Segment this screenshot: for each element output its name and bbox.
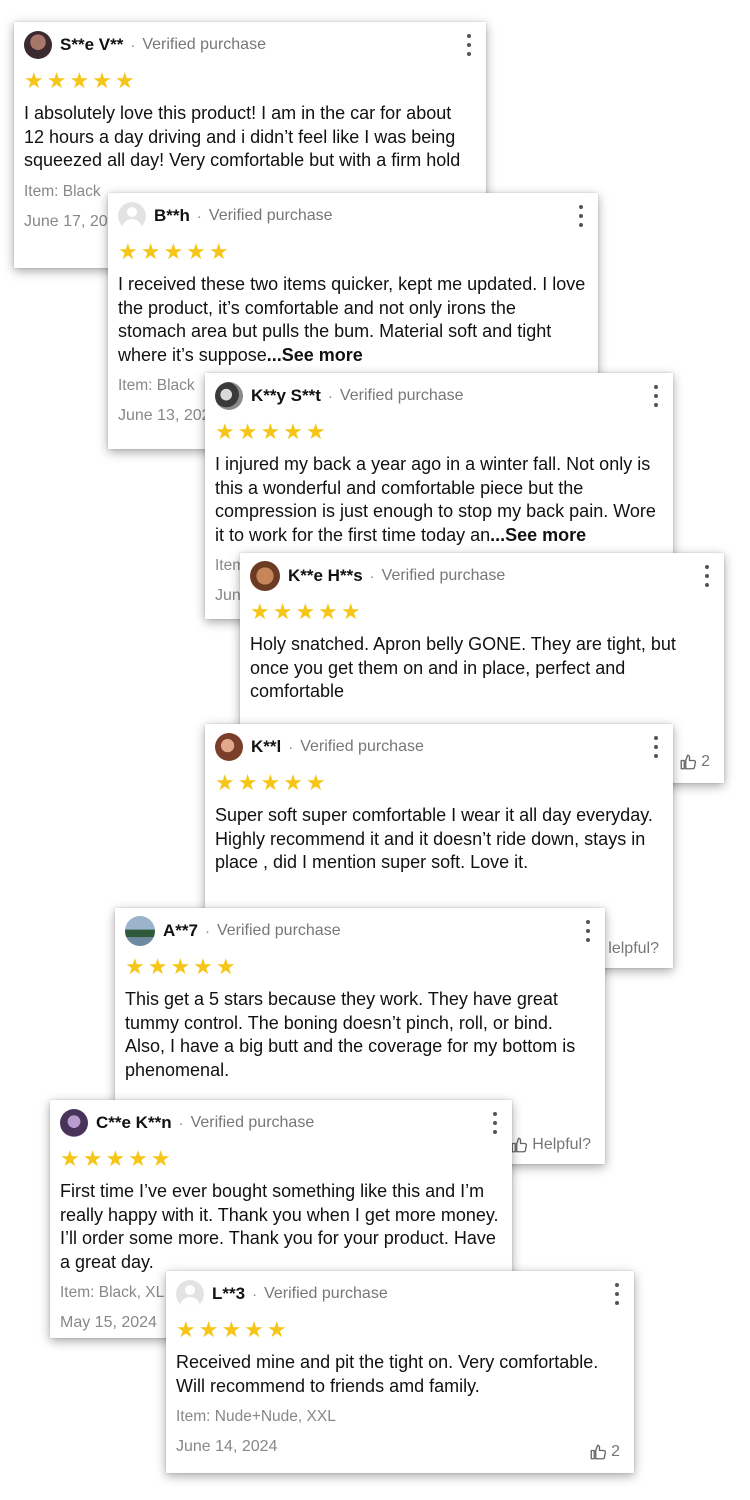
star-rating: ★★★★★ <box>125 954 239 979</box>
star-rating: ★★★★★ <box>250 599 364 624</box>
avatar[interactable] <box>215 733 243 761</box>
see-more-link[interactable]: ...See more <box>490 525 586 545</box>
separator: · <box>196 207 202 225</box>
verified-label: Verified purchase <box>339 387 464 404</box>
more-options-icon[interactable] <box>576 205 586 227</box>
like-button[interactable]: 2 <box>679 753 710 771</box>
verified-label: Verified purchase <box>208 207 333 224</box>
reviewer-name[interactable]: S**e V** <box>60 35 123 55</box>
more-options-icon[interactable] <box>612 1283 622 1305</box>
helpful-label: Helpful? <box>532 1136 591 1153</box>
reviewer-name[interactable]: A**7 <box>163 921 198 941</box>
avatar[interactable] <box>60 1109 88 1137</box>
like-count: 2 <box>611 1443 620 1460</box>
reviewer-name[interactable]: K**y S**t <box>251 386 321 406</box>
review-header: K**y S**t · Verified purchase <box>215 381 663 411</box>
review-text: Holy snatched. Apron belly GONE. They ar… <box>250 634 676 701</box>
more-options-icon[interactable] <box>583 920 593 942</box>
avatar[interactable] <box>250 561 280 591</box>
separator: · <box>178 1114 184 1132</box>
star-rating: ★★★★★ <box>176 1317 290 1342</box>
separator: · <box>327 387 333 405</box>
helpful-button[interactable]: lelpful? <box>608 940 659 958</box>
review-header: K**l · Verified purchase <box>215 732 663 762</box>
separator: · <box>130 36 136 54</box>
star-rating: ★★★★★ <box>60 1146 174 1171</box>
verified-label: Verified purchase <box>142 36 266 53</box>
review-text: I absolutely love this product! I am in … <box>24 103 461 170</box>
review-card: L**3 · Verified purchase ★★★★★ Received … <box>166 1271 634 1473</box>
avatar[interactable] <box>118 202 146 230</box>
thumbs-up-icon <box>680 754 697 770</box>
see-more-link[interactable]: ...See more <box>267 345 363 365</box>
star-rating: ★★★★★ <box>118 239 232 264</box>
avatar[interactable] <box>24 31 52 59</box>
review-header: L**3 · Verified purchase <box>176 1279 624 1309</box>
reviewer-name[interactable]: K**l <box>251 737 281 757</box>
review-text: I received these two items quicker, kept… <box>118 273 588 367</box>
avatar[interactable] <box>176 1280 204 1308</box>
review-text: First time I’ve ever bought something li… <box>60 1181 499 1272</box>
review-text: Super soft super comfortable I wear it a… <box>215 805 653 872</box>
review-header: K**e H**s · Verified purchase <box>250 561 714 591</box>
more-options-icon[interactable] <box>651 736 661 758</box>
separator: · <box>252 1285 258 1303</box>
avatar[interactable] <box>125 916 155 946</box>
verified-label: Verified purchase <box>381 567 506 584</box>
reviewer-name[interactable]: K**e H**s <box>288 566 363 586</box>
review-text-content: I injured my back a year ago in a winter… <box>215 454 656 545</box>
review-text: I injured my back a year ago in a winter… <box>215 453 663 547</box>
review-header: B**h · Verified purchase <box>118 201 588 231</box>
verified-label: Verified purchase <box>216 922 341 939</box>
reviewer-name[interactable]: C**e K**n <box>96 1113 172 1133</box>
helpful-button[interactable]: Helpful? <box>510 1136 591 1154</box>
helpful-label: lelpful? <box>608 940 659 957</box>
thumbs-up-icon <box>511 1137 528 1153</box>
thumbs-up-icon <box>590 1444 607 1460</box>
verified-label: Verified purchase <box>300 738 424 755</box>
reviewer-name[interactable]: B**h <box>154 206 190 226</box>
review-header: A**7 · Verified purchase <box>125 916 595 946</box>
review-text: Received mine and pit the tight on. Very… <box>176 1352 599 1396</box>
more-options-icon[interactable] <box>490 1112 500 1134</box>
like-count: 2 <box>701 753 710 770</box>
verified-label: Verified purchase <box>190 1114 315 1131</box>
item-variant: Item: Nude+Nude, XXL <box>176 1408 336 1425</box>
star-rating: ★★★★★ <box>215 419 329 444</box>
more-options-icon[interactable] <box>702 565 712 587</box>
review-date: June 14, 2024 <box>176 1438 278 1455</box>
review-header: S**e V** · Verified purchase <box>24 30 476 60</box>
verified-label: Verified purchase <box>264 1285 388 1302</box>
more-options-icon[interactable] <box>651 385 661 407</box>
separator: · <box>204 922 210 940</box>
like-button[interactable]: 2 <box>589 1443 620 1461</box>
reviewer-name[interactable]: L**3 <box>212 1284 245 1304</box>
separator: · <box>288 738 294 756</box>
star-rating: ★★★★★ <box>24 68 138 93</box>
separator: · <box>369 567 375 585</box>
more-options-icon[interactable] <box>464 34 474 56</box>
review-text: This get a 5 stars because they work. Th… <box>125 989 576 1080</box>
review-header: C**e K**n · Verified purchase <box>60 1108 502 1138</box>
avatar[interactable] <box>215 382 243 410</box>
star-rating: ★★★★★ <box>215 770 329 795</box>
